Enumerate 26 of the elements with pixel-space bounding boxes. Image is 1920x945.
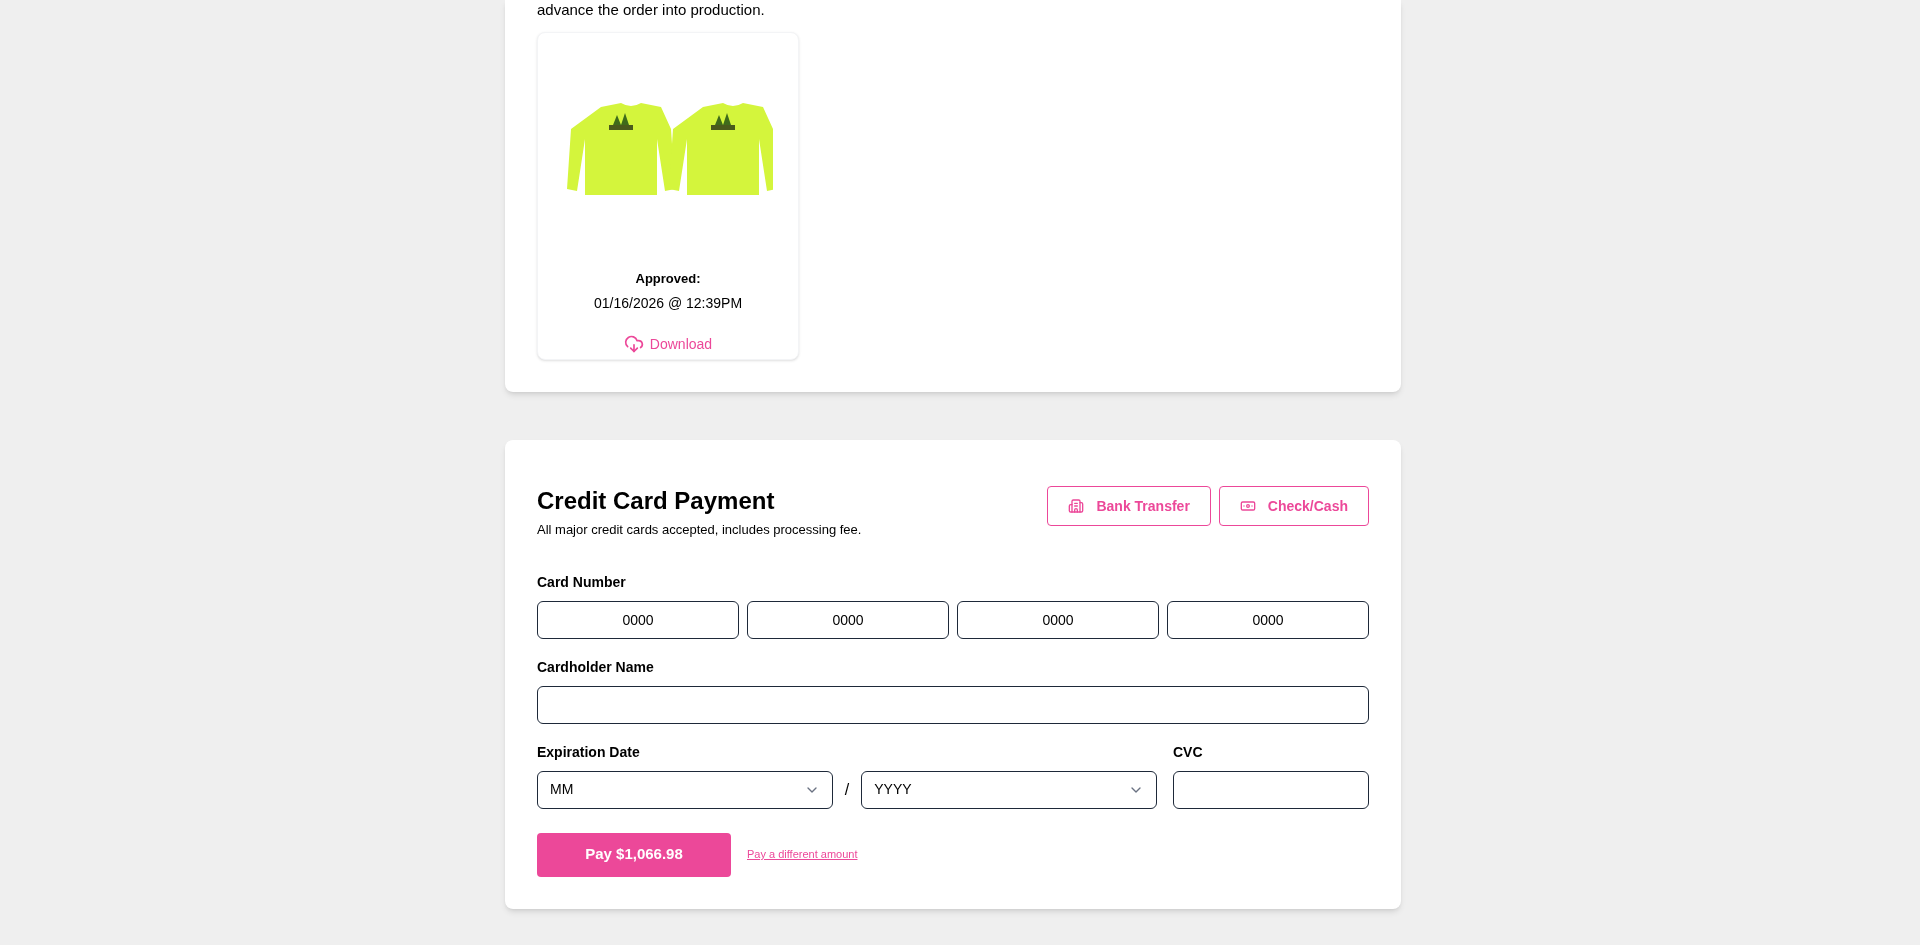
field-label: Expiration Date [537, 742, 641, 762]
month-select[interactable]: MM [537, 770, 833, 809]
date-separator: / [843, 779, 851, 800]
cloud-download-icon [623, 334, 644, 354]
card-number-field[interactable]: 0000 [1167, 600, 1369, 639]
field-label: Cardholder Name [537, 657, 655, 677]
intro-text: advance the order into production. [537, 0, 766, 20]
cardholder-name-field[interactable] [537, 685, 1369, 724]
card-number-field[interactable]: 0000 [957, 600, 1159, 639]
year-select[interactable]: YYYY [861, 770, 1157, 809]
different-amount-link[interactable]: Pay a different amount [747, 846, 858, 863]
card-number-field[interactable]: 0000 [537, 600, 739, 639]
download-link[interactable]: Download [623, 333, 713, 355]
banknote-icon [1239, 498, 1256, 514]
approved-label: Approved: [635, 270, 701, 288]
payment-method-button[interactable]: Bank Transfer [1047, 486, 1211, 526]
payment-subtitle: All major credit cards accepted, includes processing fee. [537, 521, 862, 539]
building-icon [1068, 498, 1085, 514]
payment-title: Credit Card Payment [537, 486, 776, 516]
field-label: CVC [1173, 742, 1204, 762]
card-number-field[interactable]: 0000 [747, 600, 949, 639]
field-label: Card Number [537, 572, 627, 592]
cvc-field[interactable] [1173, 770, 1369, 809]
payment-method-button[interactable]: Check/Cash [1218, 486, 1369, 526]
approved-date: 01/16/2026 @ 12:39PM [593, 293, 743, 313]
pay-button[interactable]: Pay $1,066.98 [537, 832, 731, 877]
